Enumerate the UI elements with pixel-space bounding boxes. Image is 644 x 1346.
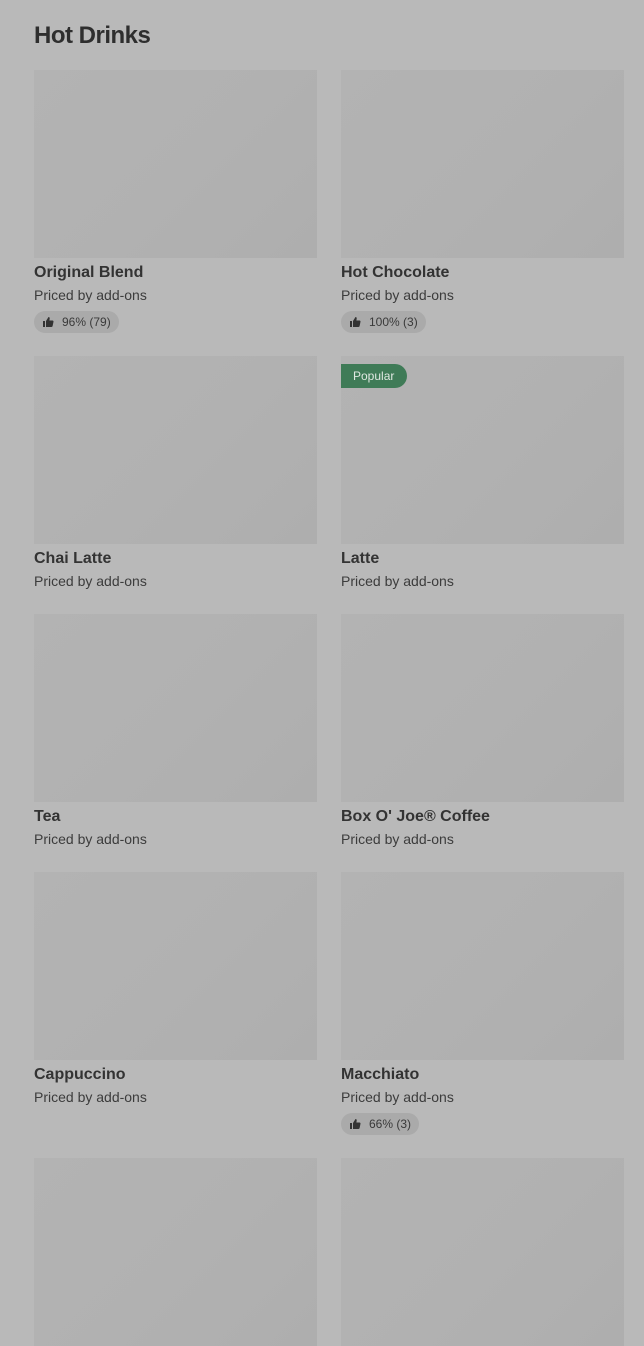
item-image[interactable] — [34, 1158, 317, 1346]
item-name: Original Blend — [34, 264, 144, 281]
item-image[interactable] — [341, 614, 624, 802]
item-name: Latte — [341, 550, 380, 567]
item-name: Tea — [34, 808, 61, 825]
item-name: Chai Latte — [34, 550, 112, 567]
item-price: Priced by add-ons — [341, 287, 454, 303]
popular-badge: Popular — [341, 364, 408, 388]
menu-item-card[interactable]: Tea Priced by add-ons — [34, 614, 317, 848]
menu-item-card[interactable]: Original Blend Priced by add-ons 96% (79… — [34, 70, 317, 333]
menu-item-card[interactable] — [341, 1158, 624, 1346]
item-image[interactable] — [34, 872, 317, 1060]
item-name: Hot Chocolate — [341, 264, 450, 281]
thumbs-up-icon — [42, 316, 54, 328]
rating-text: 100% (3) — [369, 315, 418, 329]
item-name: Macchiato — [341, 1066, 420, 1083]
thumbs-up-icon — [349, 316, 361, 328]
item-image[interactable]: Popular — [341, 356, 624, 544]
item-image[interactable] — [34, 356, 317, 544]
item-price: Priced by add-ons — [34, 831, 147, 847]
item-price: Priced by add-ons — [34, 1089, 147, 1105]
item-name: Box O' Joe® Coffee — [341, 808, 490, 825]
item-image[interactable] — [341, 872, 624, 1060]
item-name: Cappuccino — [34, 1066, 126, 1083]
item-price: Priced by add-ons — [34, 573, 147, 589]
item-image[interactable] — [341, 1158, 624, 1346]
item-image[interactable] — [34, 614, 317, 802]
item-rating-badge: 100% (3) — [341, 311, 426, 333]
item-rating-badge: 96% (79) — [34, 311, 119, 333]
menu-item-card[interactable]: Cappuccino Priced by add-ons — [34, 872, 317, 1106]
menu-item-card[interactable]: Macchiato Priced by add-ons 66% (3) — [341, 872, 624, 1135]
menu-item-card[interactable]: Hot Chocolate Priced by add-ons 100% (3) — [341, 70, 624, 333]
item-price: Priced by add-ons — [341, 1089, 454, 1105]
menu-item-card[interactable]: Popular Latte Priced by add-ons — [341, 356, 624, 590]
rating-text: 66% (3) — [369, 1117, 412, 1131]
thumbs-up-icon — [349, 1118, 361, 1130]
item-rating-badge: 66% (3) — [341, 1113, 420, 1135]
menu-item-card[interactable]: Box O' Joe® Coffee Priced by add-ons — [341, 614, 624, 848]
item-price: Priced by add-ons — [341, 831, 454, 847]
menu-item-card[interactable] — [34, 1158, 317, 1346]
rating-text: 96% (79) — [62, 315, 111, 329]
item-price: Priced by add-ons — [34, 287, 147, 303]
menu-item-card[interactable]: Chai Latte Priced by add-ons — [34, 356, 317, 590]
item-image[interactable] — [34, 70, 317, 258]
section-title: Hot Drinks — [34, 22, 151, 49]
item-price: Priced by add-ons — [341, 573, 454, 589]
item-image[interactable] — [341, 70, 624, 258]
